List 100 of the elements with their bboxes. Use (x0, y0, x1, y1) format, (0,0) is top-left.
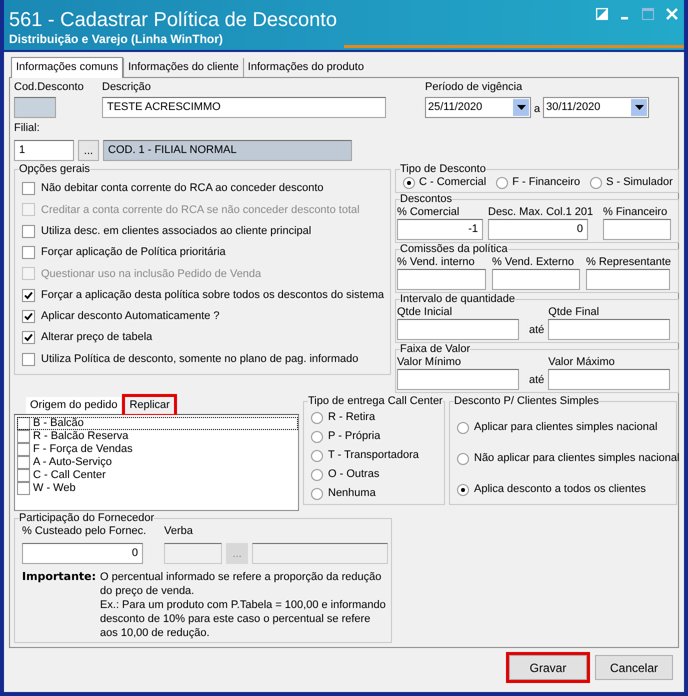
radio-button[interactable] (457, 452, 469, 464)
radio-label: Aplica desconto a todos os clientes (474, 483, 646, 496)
separator-label: até (529, 324, 544, 337)
checkbox[interactable] (17, 456, 30, 469)
radio-label: O - Outras (328, 468, 380, 481)
radio-button[interactable] (311, 430, 323, 442)
radio-label: Não aplicar para clientes simples nacional (474, 452, 680, 465)
dialog-button[interactable]: Gravar (509, 655, 587, 680)
note-label: Importante: (22, 570, 96, 585)
input-field[interactable]: 0 (22, 543, 143, 564)
group-title: Tipo de entrega Call Center (308, 395, 443, 407)
input-field[interactable]: 0 (488, 219, 588, 240)
field-label: Valor Máximo (548, 356, 615, 369)
field-label: % Vend. Externo (492, 256, 574, 269)
radio-button[interactable] (311, 488, 323, 500)
field-label: % Financeiro (603, 206, 668, 219)
input-field[interactable]: -1 (397, 219, 483, 240)
checkbox[interactable] (22, 224, 35, 238)
field-label: Desc. Max. Col.1 201 (488, 206, 594, 219)
note-text: O percentual informado se refere a proporção da redução do preço de venda. (100, 570, 382, 598)
field-label: Período de vigência (425, 81, 524, 94)
checkbox[interactable] (22, 310, 35, 323)
list-item[interactable]: C - Call Center (17, 469, 298, 482)
checkbox[interactable] (17, 417, 30, 430)
group-title: Intervalo de quantidade (400, 293, 515, 305)
radio-button[interactable] (457, 422, 469, 434)
note-text: Ex.: Para um produto com P.Tabela = 100,00 e informando desconto de 10% para este caso o percentual se refere aos 10,00 de redução. (100, 598, 387, 640)
input-field[interactable] (548, 369, 670, 390)
checkbox[interactable] (22, 331, 35, 344)
list-item[interactable]: F - Força de Vendas (17, 443, 298, 456)
caret-icon (516, 105, 526, 110)
input-field[interactable] (586, 269, 670, 290)
radio-button[interactable] (403, 176, 415, 188)
radio-label: C - Comercial (419, 176, 486, 189)
radio-button[interactable] (311, 412, 323, 424)
radio-label: F - Financeiro (512, 176, 580, 189)
input-field[interactable] (397, 269, 486, 290)
checkbox-label: Utiliza desc. em clientes associados ao cliente principal (41, 224, 312, 239)
field-label: % Representante (586, 256, 671, 269)
checkbox[interactable] (22, 246, 35, 260)
caret-icon (634, 105, 644, 110)
radio-label: S - Simulador (606, 176, 673, 189)
browse-button[interactable]: ... (78, 140, 99, 161)
radio-label: P - Própria (328, 430, 380, 443)
separator-label: até (529, 374, 544, 387)
checkbox-label: Forçar aplicação de Política prioritária (41, 245, 226, 260)
radio-button[interactable] (311, 468, 323, 480)
group-title: Descontos (400, 193, 452, 205)
field-label: Descrição (102, 81, 152, 94)
checkbox-label: Forçar a aplicação desta política sobre todos os descontos do sistema (41, 288, 384, 303)
radio-button[interactable] (590, 176, 602, 188)
window-subtitle: Distribuição e Varejo (Linha WinThor) (9, 32, 223, 47)
window-title: 561 - Cadastrar Política de Desconto (9, 8, 337, 32)
input-field[interactable] (14, 97, 56, 118)
date-dropdown[interactable]: 25/11/2020 (425, 97, 531, 118)
input-field[interactable] (548, 319, 670, 340)
list-item[interactable]: A - Auto-Serviço (17, 456, 298, 469)
list-item[interactable]: R - Balcão Reserva (17, 430, 298, 443)
field-label: Valor Mínimo (397, 356, 461, 369)
checkbox[interactable] (22, 352, 35, 366)
checkbox[interactable] (17, 469, 30, 482)
field-label: Filial: (14, 122, 41, 135)
field-label: Verba (164, 525, 193, 538)
restore-icon[interactable] (596, 8, 608, 20)
date-dropdown[interactable]: 30/11/2020 (543, 97, 650, 118)
filial-name-field[interactable]: COD. 1 - FILIAL NORMAL (103, 140, 352, 161)
group-title: Tipo de Desconto (400, 163, 486, 175)
input-field[interactable] (603, 219, 671, 240)
field-label: % Custeado pelo Fornec. (22, 525, 146, 538)
checkbox[interactable] (17, 443, 30, 456)
input-field[interactable] (397, 319, 519, 340)
checkbox[interactable] (17, 482, 30, 495)
radio-label: T - Transportadora (328, 449, 419, 462)
radio-button[interactable] (496, 176, 508, 188)
checkbox-label: Questionar uso na inclusão Pedido de Venda (41, 266, 262, 282)
input-field[interactable] (397, 369, 519, 390)
field-label: Qtde Final (548, 306, 600, 319)
checkbox-label: Não debitar conta corrente do RCA ao conceder desconto (41, 181, 324, 196)
checkbox[interactable] (17, 430, 30, 443)
list-item[interactable]: W - Web (17, 482, 298, 495)
input-field[interactable]: TESTE ACRESCIMMO (102, 97, 386, 118)
close-icon[interactable] (666, 8, 678, 20)
input-field[interactable]: 1 (14, 140, 74, 161)
group-title: Opções gerais (19, 163, 90, 175)
checkbox-label: Creditar a conta corrente do RCA se não conceder desconto total (41, 202, 360, 218)
tab[interactable]: Origem do pedido (26, 397, 122, 414)
radio-label: R - Retira (328, 411, 376, 424)
dialog-button[interactable]: Cancelar (595, 655, 673, 680)
radio-button[interactable] (457, 484, 469, 496)
group-title: Faixa de Valor (400, 343, 470, 355)
radio-label: Nenhuma (328, 487, 376, 500)
tab[interactable]: Informações comuns (11, 57, 124, 78)
radio-button[interactable] (311, 450, 323, 462)
checkbox[interactable] (22, 182, 35, 196)
checkbox-label: Alterar preço de tabela (41, 330, 152, 346)
checkbox[interactable] (22, 288, 35, 302)
list-item[interactable]: B - Balcão (17, 417, 298, 430)
group-title: Desconto P/ Clientes Simples (454, 395, 599, 407)
field-label: % Vend. interno (397, 256, 475, 269)
input-field[interactable] (492, 269, 580, 290)
